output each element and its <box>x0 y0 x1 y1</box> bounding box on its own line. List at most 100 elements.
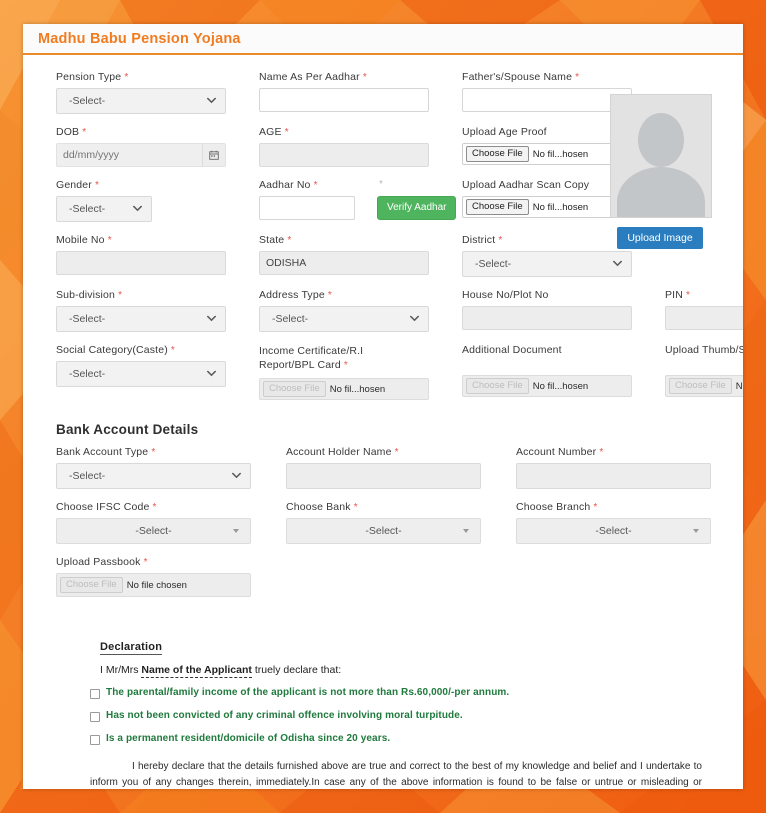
field-dob: DOB * <box>56 126 226 167</box>
required-asterisk: * <box>593 502 598 513</box>
field-social-category: Social Category(Caste) * -Select- <box>56 344 226 400</box>
verify-aadhar-button[interactable]: Verify Aadhar <box>377 196 457 220</box>
bank-account-type-select[interactable]: -Select- <box>56 463 251 489</box>
chevron-down-icon <box>133 205 142 212</box>
label-account-number: Account Number * <box>516 446 604 458</box>
pension-type-select[interactable]: -Select- <box>56 88 226 114</box>
required-asterisk: * <box>343 360 348 371</box>
chevron-down-icon <box>207 315 216 322</box>
dob-input[interactable] <box>56 143 226 167</box>
label-additional-document: Additional Document <box>462 344 562 356</box>
field-sub-division: Sub-division * -Select- <box>56 289 226 332</box>
chevron-down-icon <box>232 472 241 479</box>
required-asterisk: * <box>143 557 148 568</box>
field-account-number: Account Number * <box>516 446 711 489</box>
declaration-checkbox-row[interactable]: The parental/family income of the applic… <box>90 687 702 699</box>
required-asterisk: * <box>118 290 123 301</box>
aadhar-no-input[interactable] <box>259 196 355 220</box>
required-asterisk: * <box>498 235 503 246</box>
required-asterisk: * <box>107 235 112 246</box>
choose-bank-select[interactable]: -Select- <box>286 518 481 544</box>
house-no-input[interactable] <box>462 306 632 330</box>
state-input[interactable] <box>259 251 429 275</box>
choose-file-button[interactable]: Choose File <box>263 381 326 397</box>
name-as-per-aadhar-input[interactable] <box>259 88 429 112</box>
choose-file-button[interactable]: Choose File <box>466 146 529 162</box>
required-asterisk: * <box>124 72 129 83</box>
label-choose-bank: Choose Bank * <box>286 501 358 513</box>
sub-division-select[interactable]: -Select- <box>56 306 226 332</box>
district-value: -Select- <box>475 258 512 270</box>
choose-file-button[interactable]: Choose File <box>466 199 529 215</box>
choose-file-button[interactable]: Choose File <box>466 378 529 394</box>
pin-input[interactable] <box>665 306 743 330</box>
choose-file-button[interactable]: Choose File <box>60 577 123 593</box>
social-category-value: -Select- <box>69 368 106 380</box>
fathers-spouse-name-input[interactable] <box>462 88 632 112</box>
field-mobile-no: Mobile No * <box>56 234 226 277</box>
account-holder-name-input[interactable] <box>286 463 481 489</box>
declaration-checkbox-income[interactable] <box>90 689 100 699</box>
declaration-checkbox-domicile[interactable] <box>90 735 100 745</box>
required-asterisk: * <box>95 180 100 191</box>
declaration-section: Declaration I Mr/Mrs Name of the Applica… <box>56 637 710 789</box>
additional-document-file[interactable]: Choose File No fil...hosen <box>462 375 632 397</box>
choose-branch-select[interactable]: -Select- <box>516 518 711 544</box>
ifsc-code-select[interactable]: -Select- <box>56 518 251 544</box>
label-house-no: House No/Plot No <box>462 289 549 301</box>
required-asterisk: * <box>394 447 399 458</box>
upload-image-button[interactable]: Upload Image <box>617 227 703 249</box>
avatar-body <box>617 167 705 217</box>
field-state: State * <box>259 234 429 277</box>
declaration-checkbox-row[interactable]: Has not been convicted of any criminal o… <box>90 710 702 722</box>
declaration-intro-prefix: I Mr/Mrs <box>100 664 139 676</box>
field-address-type: Address Type * -Select- <box>259 289 429 332</box>
upload-age-proof-file[interactable]: Choose File No fil...hosen <box>462 143 632 165</box>
field-upload-thumb-signature: Upload Thumb/Signature * Choose File No … <box>665 344 743 400</box>
required-asterisk: * <box>362 72 367 83</box>
income-certificate-file[interactable]: Choose File No fil...hosen <box>259 378 429 400</box>
required-asterisk: * <box>575 72 580 83</box>
field-aadhar-no: Aadhar No * * Verify Aadhar <box>259 179 457 222</box>
label-pension-type: Pension Type * <box>56 71 129 83</box>
declaration-applicant-name: Name of the Applicant <box>141 664 252 678</box>
declaration-checkbox-row[interactable]: Is a permanent resident/domicile of Odis… <box>90 733 702 745</box>
label-account-holder-name: Account Holder Name * <box>286 446 399 458</box>
field-bank-account-type: Bank Account Type * -Select- <box>56 446 251 489</box>
verify-required-asterisk: * <box>379 179 383 190</box>
social-category-select[interactable]: -Select- <box>56 361 226 387</box>
label-state: State * <box>259 234 292 246</box>
field-pin: PIN * <box>665 289 743 332</box>
required-asterisk: * <box>284 127 289 138</box>
gender-value: -Select- <box>69 203 106 215</box>
choose-bank-value: -Select- <box>365 525 402 537</box>
mobile-no-input[interactable] <box>56 251 226 275</box>
account-number-input[interactable] <box>516 463 711 489</box>
gender-select[interactable]: -Select- <box>56 196 152 222</box>
upload-thumb-signature-file[interactable]: Choose File No fil...hosen <box>665 375 743 397</box>
label-age: AGE * <box>259 126 289 138</box>
file-status-text: No fil...hosen <box>735 380 743 392</box>
required-asterisk: * <box>599 447 604 458</box>
declaration-paragraph: I hereby declare that the details furnis… <box>90 761 702 788</box>
upload-passbook-file[interactable]: Choose File No file chosen <box>56 573 251 597</box>
income-cert-line2: Report/BPL Card <box>259 359 341 371</box>
file-status-text: No fil...hosen <box>329 383 386 395</box>
label-sub-division: Sub-division * <box>56 289 123 301</box>
required-asterisk: * <box>151 447 156 458</box>
caret-down-icon <box>233 529 239 533</box>
address-type-select[interactable]: -Select- <box>259 306 429 332</box>
calendar-icon[interactable] <box>202 144 225 166</box>
card-header: Madhu Babu Pension Yojana <box>23 24 743 55</box>
declaration-checkbox-criminal-offence[interactable] <box>90 712 100 722</box>
upload-aadhar-scan-file[interactable]: Choose File No fil...hosen <box>462 196 632 218</box>
field-name-as-per-aadhar: Name As Per Aadhar * <box>259 71 429 114</box>
age-input[interactable] <box>259 143 429 167</box>
field-account-holder-name: Account Holder Name * <box>286 446 481 489</box>
field-pension-type: Pension Type * -Select- <box>56 71 226 114</box>
district-select[interactable]: -Select- <box>462 251 632 277</box>
choose-file-button[interactable]: Choose File <box>669 378 732 394</box>
label-dob: DOB * <box>56 126 87 138</box>
field-house-no: House No/Plot No <box>462 289 632 332</box>
choose-branch-value: -Select- <box>595 525 632 537</box>
